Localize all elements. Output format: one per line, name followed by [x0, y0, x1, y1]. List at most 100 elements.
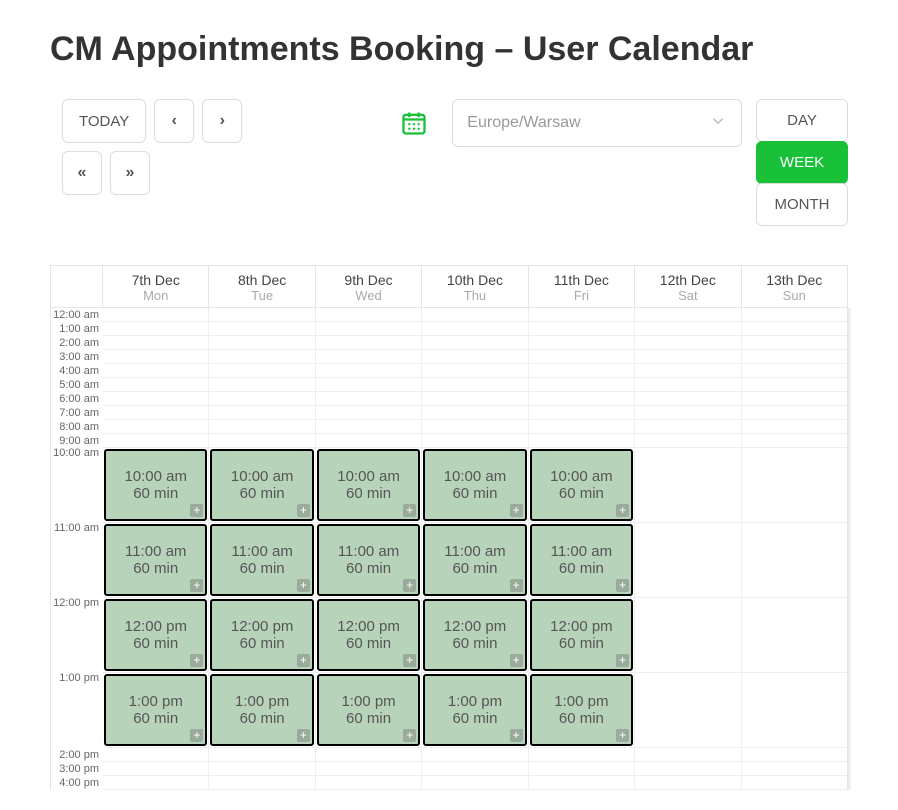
appointment-slot[interactable]: 12:00 pm60 min+ [317, 599, 420, 671]
plus-icon[interactable]: + [616, 504, 629, 517]
timezone-select[interactable]: Europe/Warsaw [452, 99, 742, 147]
day-of-week: Thu [422, 288, 527, 303]
hour-row: 1:00 pm60 min+ [209, 673, 314, 748]
hour-row [422, 350, 527, 364]
hour-row [529, 776, 634, 790]
scrollbar[interactable] [848, 308, 851, 790]
view-month-button[interactable]: MONTH [756, 183, 848, 226]
hour-row [103, 762, 208, 776]
plus-icon[interactable]: + [297, 654, 310, 667]
slot-time: 10:00 am [550, 468, 613, 485]
slot-duration: 60 min [346, 710, 391, 727]
hour-row [742, 448, 847, 523]
slot-duration: 60 min [559, 560, 604, 577]
appointment-slot[interactable]: 11:00 am60 min+ [317, 524, 420, 596]
jump-next-button[interactable]: » [110, 151, 150, 195]
slot-time: 10:00 am [444, 468, 507, 485]
appointment-slot[interactable]: 10:00 am60 min+ [210, 449, 313, 521]
appointment-slot[interactable]: 1:00 pm60 min+ [210, 674, 313, 746]
hour-row [209, 748, 314, 762]
hour-row [316, 378, 421, 392]
slot-duration: 60 min [452, 710, 497, 727]
hour-row [103, 364, 208, 378]
hour-row [742, 673, 847, 748]
hour-row: 12:00 pm60 min+ [103, 598, 208, 673]
plus-icon[interactable]: + [403, 654, 416, 667]
hour-row [209, 378, 314, 392]
hour-label: 4:00 pm [51, 776, 103, 790]
hour-row: 12:00 pm60 min+ [316, 598, 421, 673]
plus-icon[interactable]: + [190, 729, 203, 742]
appointment-slot[interactable]: 11:00 am60 min+ [104, 524, 207, 596]
hour-row [742, 322, 847, 336]
appointment-slot[interactable]: 11:00 am60 min+ [530, 524, 633, 596]
appointment-slot[interactable]: 1:00 pm60 min+ [423, 674, 526, 746]
plus-icon[interactable]: + [190, 579, 203, 592]
day-header: 10th DecThu [422, 266, 528, 307]
plus-icon[interactable]: + [510, 504, 523, 517]
plus-icon[interactable]: + [297, 729, 310, 742]
appointment-slot[interactable]: 10:00 am60 min+ [423, 449, 526, 521]
hour-row [635, 350, 740, 364]
hour-row [742, 523, 847, 598]
plus-icon[interactable]: + [616, 579, 629, 592]
plus-icon[interactable]: + [510, 654, 523, 667]
view-week-button[interactable]: WEEK [756, 141, 848, 184]
hour-row [635, 336, 740, 350]
plus-icon[interactable]: + [510, 579, 523, 592]
slot-time: 11:00 am [338, 543, 399, 560]
hour-row: 1:00 pm60 min+ [529, 673, 634, 748]
appointment-slot[interactable]: 1:00 pm60 min+ [317, 674, 420, 746]
appointment-slot[interactable]: 10:00 am60 min+ [530, 449, 633, 521]
today-button[interactable]: TODAY [62, 99, 146, 143]
plus-icon[interactable]: + [510, 729, 523, 742]
day-header: 8th DecTue [209, 266, 315, 307]
appointment-slot[interactable]: 12:00 pm60 min+ [104, 599, 207, 671]
slot-time: 11:00 am [125, 543, 186, 560]
hour-label: 8:00 am [51, 420, 103, 434]
hour-row [635, 392, 740, 406]
plus-icon[interactable]: + [403, 579, 416, 592]
hour-row [209, 762, 314, 776]
appointment-slot[interactable]: 1:00 pm60 min+ [104, 674, 207, 746]
slot-time: 12:00 pm [444, 618, 507, 635]
appointment-slot[interactable]: 1:00 pm60 min+ [530, 674, 633, 746]
jump-prev-button[interactable]: « [62, 151, 102, 195]
appointment-slot[interactable]: 10:00 am60 min+ [317, 449, 420, 521]
hour-row [422, 364, 527, 378]
hour-label: 7:00 am [51, 406, 103, 420]
plus-icon[interactable]: + [190, 654, 203, 667]
plus-icon[interactable]: + [616, 654, 629, 667]
prev-button[interactable]: ‹ [154, 99, 194, 143]
hour-row [422, 420, 527, 434]
hour-row [316, 322, 421, 336]
hour-row [209, 322, 314, 336]
hour-row [422, 762, 527, 776]
appointment-slot[interactable]: 11:00 am60 min+ [210, 524, 313, 596]
slot-duration: 60 min [240, 710, 285, 727]
hour-row [422, 434, 527, 448]
hour-label: 12:00 am [51, 308, 103, 322]
appointment-slot[interactable]: 12:00 pm60 min+ [210, 599, 313, 671]
plus-icon[interactable]: + [403, 729, 416, 742]
hour-row [742, 406, 847, 420]
hour-row [316, 308, 421, 322]
appointment-slot[interactable]: 10:00 am60 min+ [104, 449, 207, 521]
next-button[interactable]: › [202, 99, 242, 143]
plus-icon[interactable]: + [190, 504, 203, 517]
hour-row: 10:00 am60 min+ [103, 448, 208, 523]
view-day-button[interactable]: DAY [756, 99, 848, 142]
hour-row [742, 776, 847, 790]
hour-row: 10:00 am60 min+ [209, 448, 314, 523]
hour-row [316, 434, 421, 448]
slot-time: 11:00 am [444, 543, 505, 560]
appointment-slot[interactable]: 12:00 pm60 min+ [423, 599, 526, 671]
calendar-icon[interactable] [392, 101, 436, 145]
appointment-slot[interactable]: 12:00 pm60 min+ [530, 599, 633, 671]
plus-icon[interactable]: + [403, 504, 416, 517]
plus-icon[interactable]: + [297, 579, 310, 592]
plus-icon[interactable]: + [297, 504, 310, 517]
appointment-slot[interactable]: 11:00 am60 min+ [423, 524, 526, 596]
hour-row [316, 776, 421, 790]
plus-icon[interactable]: + [616, 729, 629, 742]
